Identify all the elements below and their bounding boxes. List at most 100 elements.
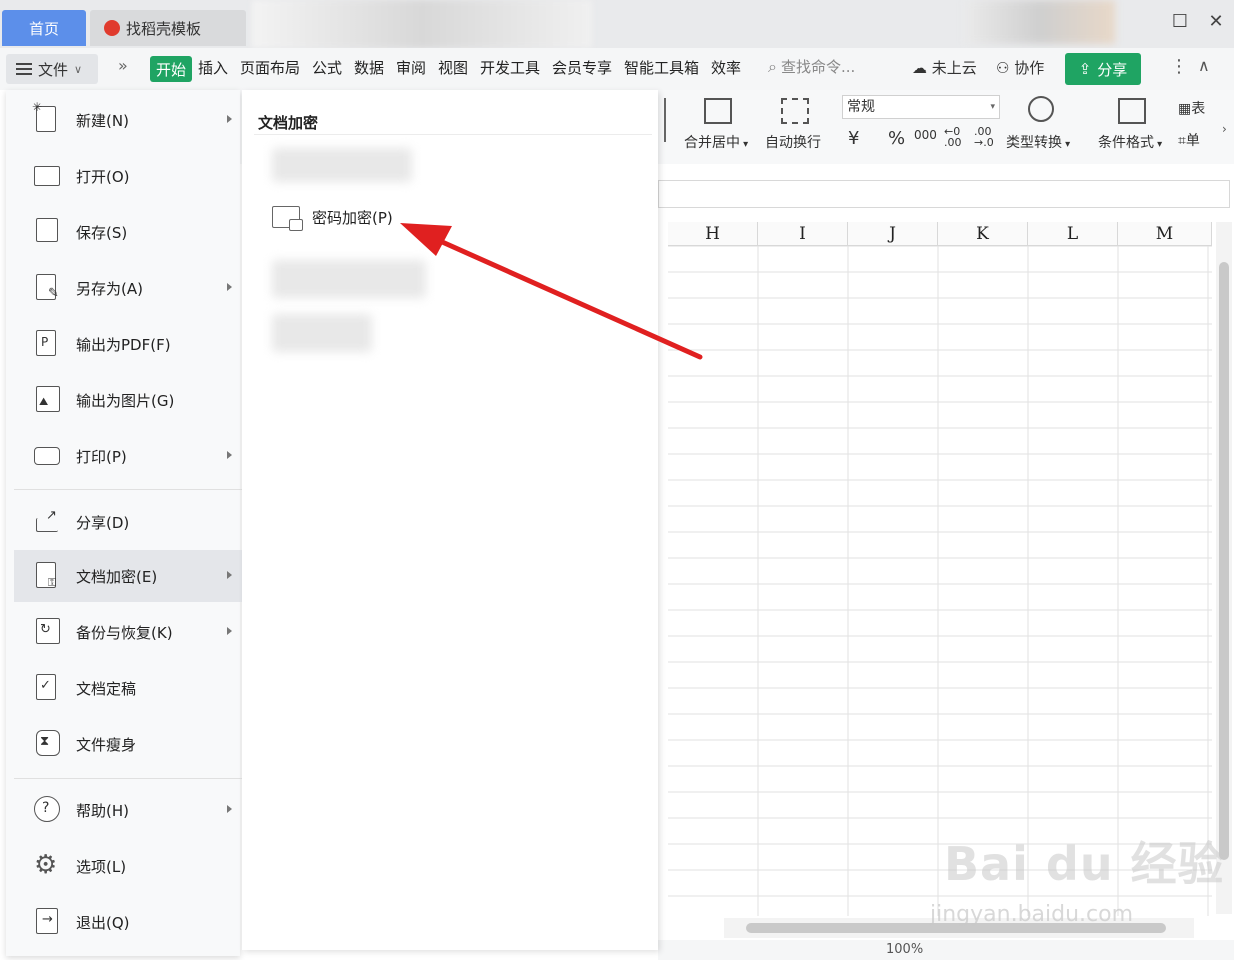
menu-item-options[interactable]: ⚙ 选项(L) <box>14 840 242 892</box>
menu-item-new[interactable]: ✳ 新建(N) <box>14 94 242 146</box>
menu-divider <box>14 489 242 490</box>
submenu-divider <box>254 134 652 135</box>
tab-member[interactable]: 会员专享 <box>552 57 612 78</box>
thousands-button[interactable]: 000 <box>914 128 937 142</box>
tab-home[interactable]: 首页 <box>2 10 86 46</box>
ribbon-scroll-right-icon[interactable]: › <box>1222 122 1227 136</box>
share-icon: ↗ <box>34 508 60 536</box>
user-icon: ⚇ <box>996 59 1010 77</box>
type-convert-button[interactable]: 类型转换 ▾ <box>1006 132 1070 152</box>
finalize-icon: ✓ <box>34 674 60 702</box>
percent-button[interactable]: % <box>888 128 905 149</box>
menu-item-encrypt[interactable]: ⚿ 文档加密(E) <box>14 550 242 602</box>
share-button-label: 分享 <box>1097 60 1128 79</box>
tab-start[interactable]: 开始 <box>150 56 192 82</box>
tab-review[interactable]: 审阅 <box>396 57 426 78</box>
vertical-scroll-thumb[interactable] <box>1219 262 1229 860</box>
collaborate-button[interactable]: ⚇ 协作 <box>996 57 1044 78</box>
formula-bar[interactable] <box>658 180 1230 208</box>
merge-center-button[interactable]: 合并居中 ▾ <box>684 132 748 152</box>
auto-wrap-button[interactable]: 自动换行 <box>765 132 821 152</box>
blurred-tab <box>252 0 592 48</box>
menu-item-open[interactable]: 打开(O) <box>14 150 242 202</box>
submenu-arrow-icon <box>227 283 232 291</box>
slim-file-icon: ⧗ <box>34 730 60 758</box>
tab-view[interactable]: 视图 <box>438 57 468 78</box>
merge-center-label: 合并居中 <box>684 135 740 151</box>
menu-item-label: 保存(S) <box>76 223 128 242</box>
column-header-j[interactable]: J <box>848 222 938 246</box>
sheet-grid[interactable] <box>668 222 1212 916</box>
tab-formula[interactable]: 公式 <box>312 57 342 78</box>
cell-button[interactable]: ⌗单 <box>1178 130 1200 150</box>
zoom-level[interactable]: 100% <box>886 942 923 957</box>
menu-item-print[interactable]: 打印(P) <box>14 430 242 482</box>
blurred-menu-item <box>272 314 372 352</box>
close-icon[interactable]: ✕ <box>1206 12 1226 32</box>
type-convert-icon[interactable] <box>1028 96 1054 122</box>
menu-item-slim-file[interactable]: ⧗ 文件瘦身 <box>14 718 242 770</box>
menu-item-label: 选项(L) <box>76 857 127 876</box>
decrease-decimal-button[interactable]: .00 →.0 <box>974 126 998 148</box>
cell-icon: ⌗ <box>1178 133 1186 149</box>
cloud-icon: ☁ <box>912 59 927 77</box>
blurred-menu-item <box>272 148 412 182</box>
menu-item-exit[interactable]: → 退出(Q) <box>14 896 242 948</box>
column-header-k[interactable]: K <box>938 222 1028 246</box>
share-button[interactable]: ⇪ 分享 <box>1065 53 1141 85</box>
table-style-label: 表 <box>1191 101 1206 117</box>
new-file-icon: ✳ <box>32 100 60 134</box>
expand-chevron-icon[interactable]: » <box>118 56 128 75</box>
maximize-icon[interactable]: ☐ <box>1170 12 1190 32</box>
menu-item-label: 文档定稿 <box>76 679 137 698</box>
table-style-icon: ▦ <box>1178 101 1192 117</box>
file-menu-label: 文件 <box>38 60 69 79</box>
menu-item-export-image[interactable]: ⛰ 输出为图片(G) <box>14 374 242 426</box>
pdf-export-icon: P <box>34 330 60 358</box>
menu-item-export-pdf[interactable]: P 输出为PDF(F) <box>14 318 242 370</box>
submenu-arrow-icon <box>227 571 232 579</box>
column-header-h[interactable]: H <box>668 222 758 246</box>
number-format-select[interactable]: 常规 ▾ <box>842 95 1000 119</box>
cloud-status-label: 未上云 <box>931 59 977 77</box>
table-style-button[interactable]: ▦表 <box>1178 98 1205 118</box>
menu-item-label: 输出为PDF(F) <box>76 335 171 354</box>
more-options-icon[interactable]: ⋮ <box>1170 56 1188 77</box>
menu-item-backup[interactable]: ↻ 备份与恢复(K) <box>14 606 242 658</box>
submenu-title: 文档加密 <box>258 114 319 132</box>
file-menu-panel: ✳ 新建(N) 打开(O) 保存(S) ✎ 另存为(A) P 输出为PDF(F)… <box>6 90 242 956</box>
tab-developer[interactable]: 开发工具 <box>480 57 540 78</box>
collapse-ribbon-icon[interactable]: ∧ <box>1198 56 1210 75</box>
tab-data[interactable]: 数据 <box>354 57 384 78</box>
menu-item-share[interactable]: ↗ 分享(D) <box>14 496 242 548</box>
password-encrypt-item[interactable]: 密码加密(P) <box>272 206 393 231</box>
tab-template[interactable]: 找稻壳模板 <box>90 10 246 46</box>
menu-item-save-as[interactable]: ✎ 另存为(A) <box>14 262 242 314</box>
menu-item-finalize[interactable]: ✓ 文档定稿 <box>14 662 242 714</box>
conditional-format-icon[interactable] <box>1118 98 1146 124</box>
column-header-m[interactable]: M <box>1118 222 1212 246</box>
merge-center-icon[interactable] <box>704 98 732 124</box>
column-header-i[interactable]: I <box>758 222 848 246</box>
column-header-l[interactable]: L <box>1028 222 1118 246</box>
file-menu-button[interactable]: 文件 ∨ <box>6 54 98 84</box>
status-bar: 100% <box>658 940 1234 960</box>
increase-decimal-button[interactable]: ←0 .00 <box>944 126 968 148</box>
conditional-format-button[interactable]: 条件格式 ▾ <box>1098 132 1162 152</box>
print-icon <box>34 442 60 470</box>
menu-item-label: 分享(D) <box>76 513 130 532</box>
submenu-arrow-icon <box>227 627 232 635</box>
tab-smart-toolbox[interactable]: 智能工具箱 <box>624 57 699 78</box>
baidu-watermark-url: jingyan.baidu.com <box>930 902 1134 927</box>
menu-item-help[interactable]: ? 帮助(H) <box>14 784 242 836</box>
tab-insert[interactable]: 插入 <box>198 57 228 78</box>
command-search[interactable]: ⌕ 查找命令... <box>768 56 855 77</box>
tab-page-layout[interactable]: 页面布局 <box>240 57 300 78</box>
menu-item-label: 另存为(A) <box>76 279 143 298</box>
submenu-arrow-icon <box>227 805 232 813</box>
menu-item-save[interactable]: 保存(S) <box>14 206 242 258</box>
tab-efficiency[interactable]: 效率 <box>711 57 741 78</box>
currency-button[interactable]: ¥ <box>848 128 859 149</box>
cloud-status[interactable]: ☁ 未上云 <box>912 57 977 78</box>
auto-wrap-icon[interactable] <box>781 98 809 124</box>
